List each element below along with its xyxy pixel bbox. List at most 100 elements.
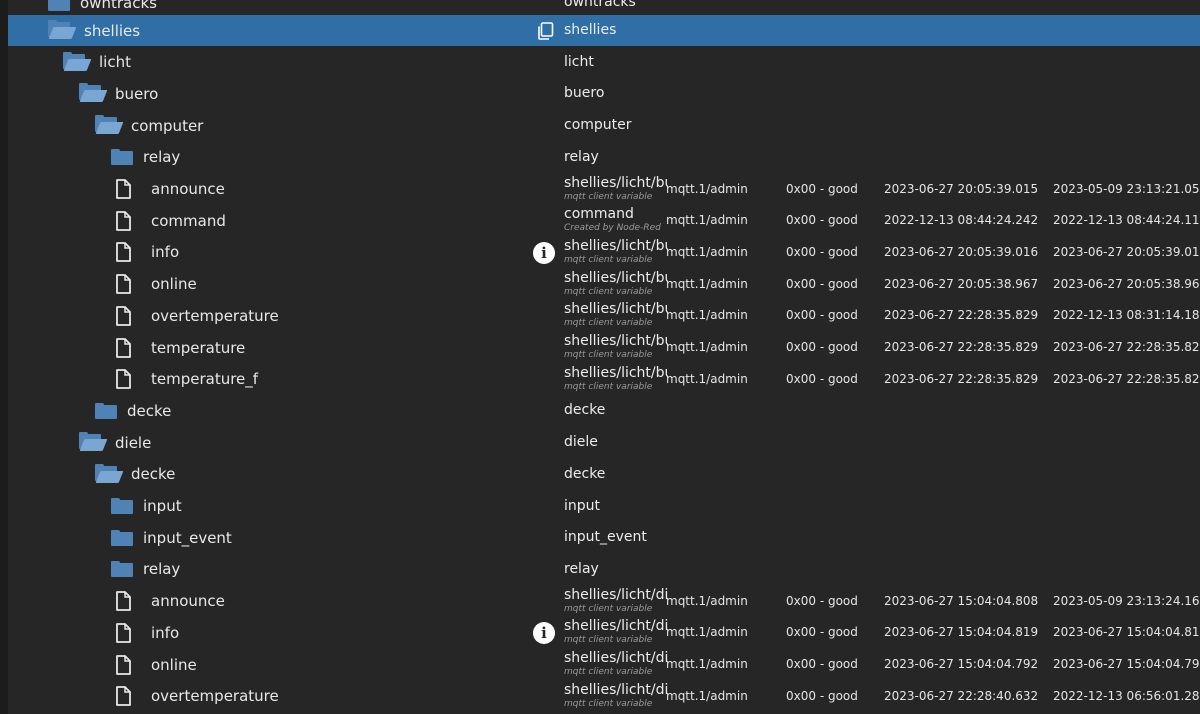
first-seen-cell: 2022-12-13 08:44:24.112 <box>1053 213 1200 228</box>
tree-row[interactable]: temperature shellies/licht/buemqtt client… <box>8 332 1200 363</box>
tree-node[interactable]: online <box>115 269 197 300</box>
node-label: owntracks <box>80 0 157 12</box>
tree-node[interactable]: shellies <box>48 15 140 46</box>
tree-node[interactable]: decke <box>95 459 175 490</box>
tree-node[interactable]: temperature_f <box>115 364 258 395</box>
folder-open-icon[interactable] <box>79 432 108 452</box>
tree-row[interactable]: announce shellies/licht/buemqtt client va… <box>8 174 1200 205</box>
last-updated-cell: 2023-06-27 15:04:04.819 <box>884 625 1039 640</box>
object-name-cell: input_event <box>564 522 674 553</box>
folder-closed-icon[interactable] <box>95 402 117 419</box>
tree-node[interactable]: announce <box>115 586 225 617</box>
tree-node[interactable]: licht <box>63 47 131 78</box>
tree-row[interactable]: licht licht <box>8 47 1200 78</box>
folder-closed-icon[interactable] <box>111 498 133 514</box>
file-icon <box>115 242 131 263</box>
folder-closed-icon[interactable] <box>111 149 133 166</box>
object-name: input <box>564 497 601 514</box>
tree-row[interactable]: command command Created by Node-Red mqtt.1/… <box>8 205 1200 236</box>
tree-node[interactable]: overtemperature <box>115 681 279 712</box>
tree-node[interactable]: announce <box>115 174 225 205</box>
object-name: shellies/licht/bue <box>564 364 668 381</box>
tree-row[interactable]: relay relay <box>8 554 1200 585</box>
node-label: input_event <box>143 528 232 547</box>
tree-row[interactable]: decke decke <box>8 395 1200 426</box>
tree-row[interactable]: overtemperature shellies/licht/buemqtt cl… <box>8 300 1200 331</box>
tree-node[interactable]: input_event <box>111 522 232 553</box>
tree-row[interactable]: diele diele <box>8 427 1200 458</box>
status-cell: 0x00 - good <box>786 308 858 323</box>
status-cell: 0x00 - good <box>786 657 858 671</box>
tree-node[interactable]: relay <box>111 142 180 173</box>
object-name: shellies/licht/diel <box>564 618 668 635</box>
tree-row[interactable]: decke decke <box>8 459 1200 490</box>
tree-row[interactable]: input input <box>8 491 1200 522</box>
client-cell: mqtt.1/admin <box>666 593 748 608</box>
first-seen-cell: 2022-12-13 06:56:01.288 <box>1053 688 1200 703</box>
first-seen-cell: 2023-06-27 22:28:35.829 <box>1053 371 1200 386</box>
last-updated-cell: 2023-06-27 20:05:38.967 <box>884 276 1039 291</box>
tree-node[interactable]: info <box>115 237 179 268</box>
tree-row[interactable]: shellies shellies <box>8 15 1200 46</box>
object-name: licht <box>564 53 594 70</box>
tree-node[interactable]: temperature <box>115 332 245 363</box>
object-name: shellies/licht/bue <box>564 237 668 254</box>
folder-closed-icon[interactable] <box>48 0 70 11</box>
node-label: online <box>151 275 197 294</box>
last-updated-cell: 2023-06-27 22:28:35.829 <box>884 308 1039 323</box>
tree-row[interactable]: info i shellies/licht/buemqtt client varia… <box>8 237 1200 268</box>
tree-row[interactable]: online shellies/licht/buemqtt client vari… <box>8 269 1200 300</box>
tree-node[interactable]: decke <box>95 395 171 426</box>
object-name-cell: shellies/licht/buemqtt client variable <box>564 332 674 363</box>
tree-row[interactable]: overtemperature shellies/licht/dielmqtt c… <box>8 681 1200 712</box>
object-name-cell: shellies <box>564 15 674 46</box>
node-label: relay <box>143 560 181 579</box>
info-icon[interactable]: i <box>533 241 555 264</box>
object-name: shellies/licht/bue <box>564 269 668 286</box>
tree-row[interactable]: computer computer <box>8 110 1200 141</box>
tree-node[interactable]: overtemperature <box>115 300 279 331</box>
folder-open-icon[interactable] <box>63 51 92 71</box>
tree-node[interactable]: buero <box>79 78 158 109</box>
tree-row[interactable]: buero buero <box>8 78 1200 109</box>
client-cell: mqtt.1/admin <box>666 213 748 228</box>
object-name-cell: licht <box>564 47 674 78</box>
node-label: decke <box>127 401 172 420</box>
node-label: buero <box>115 84 159 103</box>
status-cell: 0x00 - good <box>786 213 858 228</box>
tree-row[interactable]: relay relay <box>8 142 1200 173</box>
folder-open-icon[interactable] <box>95 463 124 483</box>
object-name-cell: computer <box>564 110 674 141</box>
folder-open-icon[interactable] <box>95 115 124 135</box>
object-name-cell: relay <box>564 142 674 173</box>
file-icon <box>115 654 131 675</box>
folder-open-icon[interactable] <box>79 83 108 103</box>
tree-node[interactable]: online <box>115 649 197 680</box>
object-name: shellies/licht/diel <box>564 650 668 666</box>
file-icon <box>115 686 131 707</box>
object-description: mqtt client variable <box>564 635 653 646</box>
tree-node[interactable]: input <box>111 491 182 522</box>
tree-row[interactable]: info i shellies/licht/dielmqtt client vari… <box>8 617 1200 648</box>
tree-row[interactable]: online shellies/licht/dielmqtt client var… <box>8 649 1200 680</box>
copy-icon[interactable] <box>536 22 554 40</box>
tree-node[interactable]: info <box>115 617 179 648</box>
info-icon[interactable]: i <box>533 622 555 645</box>
tree-node[interactable]: computer <box>95 110 203 141</box>
client-cell: mqtt.1/admin <box>666 244 748 259</box>
tree-row[interactable]: input_event input_event <box>8 522 1200 553</box>
file-icon <box>115 274 131 294</box>
tree-row[interactable]: temperature_f shellies/licht/buemqtt clie… <box>8 364 1200 395</box>
node-label: diele <box>115 433 152 452</box>
folder-closed-icon[interactable] <box>111 561 133 578</box>
folder-open-icon[interactable] <box>48 20 77 39</box>
node-label: command <box>151 211 226 230</box>
tree-row[interactable]: announce shellies/licht/dielmqtt client v… <box>8 586 1200 617</box>
tree-node[interactable]: relay <box>111 554 180 585</box>
object-name-cell: input <box>564 491 674 522</box>
tree-node[interactable]: command <box>115 205 226 236</box>
object-description: mqtt client variable <box>564 191 653 202</box>
folder-closed-icon[interactable] <box>111 529 133 546</box>
tree-node[interactable]: diele <box>79 427 151 458</box>
last-updated-cell: 2023-06-27 20:05:39.015 <box>884 181 1039 196</box>
